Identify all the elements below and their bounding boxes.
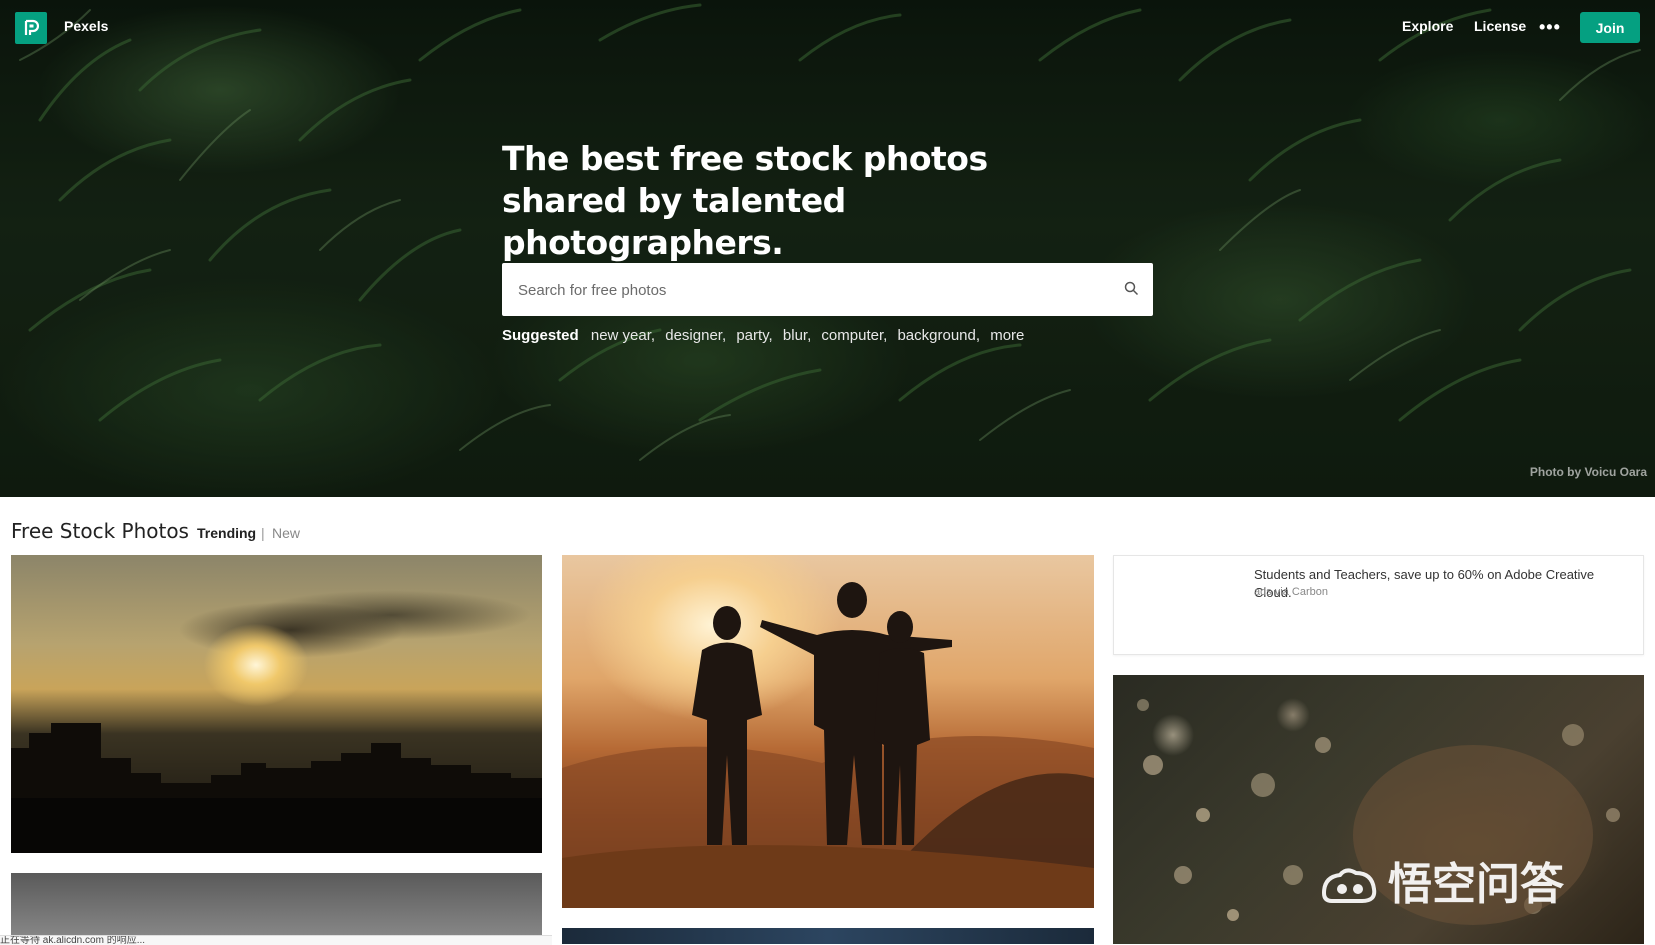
suggested-tag-more[interactable]: more — [990, 327, 1024, 344]
photo-friends-sunset[interactable] — [562, 555, 1094, 908]
filter-trending[interactable]: Trending — [197, 525, 256, 541]
hero-banner: Pexels Explore License ••• Join The best… — [0, 0, 1655, 497]
nav-license-link[interactable]: License — [1474, 18, 1526, 34]
brand-name[interactable]: Pexels — [64, 18, 108, 34]
photo-gray-thumbnail[interactable] — [11, 873, 542, 944]
suggested-tag-new-year[interactable]: new year — [591, 327, 651, 344]
people-silhouettes-image — [692, 582, 952, 845]
logo-glyph-icon — [24, 19, 39, 35]
pexels-logo-icon[interactable] — [15, 12, 47, 44]
top-nav-bar: Pexels Explore License ••• Join — [0, 0, 1655, 56]
suggested-tag-background[interactable]: background — [897, 327, 975, 344]
more-menu-icon[interactable]: ••• — [1539, 17, 1561, 37]
search-input[interactable] — [516, 263, 1110, 318]
suggested-tag-blur[interactable]: blur — [783, 327, 807, 344]
wukong-logo-icon — [1321, 868, 1377, 903]
photo-night-sky-thumbnail[interactable] — [562, 928, 1094, 944]
suggested-tag-designer[interactable]: designer — [665, 327, 722, 344]
filter-new[interactable]: New — [272, 525, 300, 541]
search-icon[interactable] — [1124, 281, 1139, 296]
hero-headline: The best free stock photos shared by tal… — [502, 139, 988, 262]
search-box — [502, 263, 1153, 318]
suggested-tag-party[interactable]: party — [736, 327, 768, 344]
suggested-tag-computer[interactable]: computer — [821, 327, 883, 344]
photo-sunset-city[interactable] — [11, 555, 542, 853]
section-title: Free Stock Photos — [11, 519, 189, 543]
suggested-label: Suggested — [502, 327, 579, 344]
join-button[interactable]: Join — [1580, 12, 1640, 43]
suggested-tags: Suggested new year, designer, party, blu… — [502, 327, 1025, 344]
ad-via-label[interactable]: ads via Carbon — [1254, 586, 1328, 598]
watermark-text: 悟空问答 — [1388, 859, 1564, 910]
photo-credit[interactable]: Photo by Voicu Oara — [1530, 465, 1647, 479]
city-skyline-image — [11, 723, 542, 853]
nav-explore-link[interactable]: Explore — [1402, 18, 1453, 34]
wukong-watermark: 悟空问答 — [1318, 848, 1564, 912]
ad-card[interactable]: Students and Teachers, save up to 60% on… — [1113, 555, 1644, 655]
filter-divider: | — [261, 525, 265, 541]
